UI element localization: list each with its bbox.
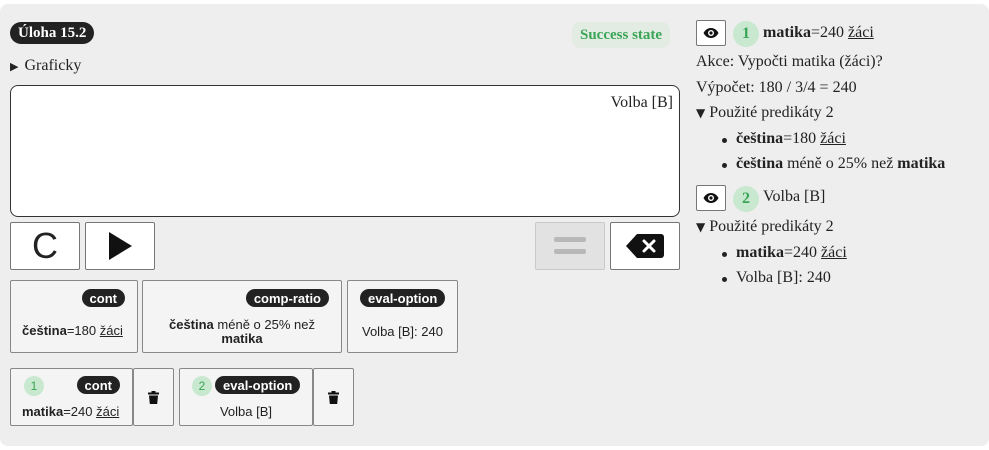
task-badge: Úloha 15.2 xyxy=(10,22,95,44)
toggle-step-2-visibility-button[interactable] xyxy=(696,185,726,211)
step-1-result: matika=240 žáci xyxy=(763,24,874,41)
step-number-badge: 1 xyxy=(733,21,759,47)
letter-c-icon: C xyxy=(32,225,58,266)
predicate-text: čeština méně o 25% než matika xyxy=(168,317,315,346)
editor-content: Volba [B] xyxy=(610,94,673,111)
graficky-toggle[interactable]: ▶ Graficky xyxy=(10,57,81,75)
predicate-card-comp-ratio[interactable]: comp-ratio čeština méně o 25% než matika xyxy=(142,280,342,353)
trash-icon xyxy=(328,390,339,404)
step-number-badge: 2 xyxy=(192,376,212,396)
backspace-button[interactable] xyxy=(610,222,680,270)
predicate-card-eval-option[interactable]: eval-option Volba [B]: 240 xyxy=(347,280,458,353)
delete-step-2-button[interactable] xyxy=(313,368,354,426)
step-1-action: Akce: Vypočti matika (žáci)? xyxy=(696,53,883,70)
collapsed-triangle-icon: ▶ xyxy=(10,59,19,73)
bullet xyxy=(722,252,727,257)
step-1-used-predicates-toggle[interactable]: ▼ Použité predikáty 2 xyxy=(696,104,834,122)
step-text: Volba [B] xyxy=(219,404,273,419)
equals-button[interactable] xyxy=(535,222,605,270)
bullet xyxy=(722,163,727,168)
bullet xyxy=(722,138,727,143)
step-text: matika=240 žáci xyxy=(22,404,120,419)
expanded-triangle-icon: ▼ xyxy=(696,220,706,234)
step-1-calculation: Výpočet: 180 / 3/4 = 240 xyxy=(696,79,857,96)
step-number-badge: 2 xyxy=(733,186,759,212)
bullet xyxy=(722,277,727,282)
predicate-card-cont[interactable]: cont čeština=180 žáci xyxy=(10,280,138,353)
graficky-label: Graficky xyxy=(24,57,82,74)
play-icon xyxy=(109,232,132,260)
success-state-badge: Success state xyxy=(572,22,671,48)
backspace-icon xyxy=(626,234,664,258)
clear-button[interactable]: C xyxy=(10,222,80,270)
predicate-tag: cont xyxy=(81,289,125,307)
used-predicate-item: matika=240 žáci xyxy=(736,244,847,261)
expanded-triangle-icon: ▼ xyxy=(696,106,706,120)
predicate-tag: comp-ratio xyxy=(245,289,329,307)
used-predicate-item: Volba [B]: 240 xyxy=(736,269,831,286)
run-button[interactable] xyxy=(85,222,155,270)
eye-icon xyxy=(703,28,719,38)
step-2-title: Volba [B] xyxy=(763,188,826,205)
step-2-used-predicates-toggle[interactable]: ▼ Použité predikáty 2 xyxy=(696,218,834,236)
step-card-2[interactable]: 2 eval-option Volba [B] xyxy=(179,368,313,426)
delete-step-1-button[interactable] xyxy=(133,368,174,426)
step-number-badge: 1 xyxy=(24,376,44,396)
step-card-1[interactable]: 1 cont matika=240 žáci xyxy=(10,368,133,426)
equals-icon xyxy=(554,237,586,254)
used-predicate-item: čeština méně o 25% než matika xyxy=(736,155,946,172)
predicate-text: Volba [B]: 240 xyxy=(362,324,443,339)
eye-icon xyxy=(703,193,719,203)
predicate-tag: eval-option xyxy=(360,289,446,307)
predicate-text: čeština=180 žáci xyxy=(22,323,123,338)
predicate-tag: cont xyxy=(76,376,120,394)
used-predicate-item: čeština=180 žáci xyxy=(736,130,846,147)
toggle-step-1-visibility-button[interactable] xyxy=(696,20,726,46)
expression-editor[interactable]: Volba [B] xyxy=(10,85,680,217)
predicate-tag: eval-option xyxy=(215,376,301,394)
trash-icon xyxy=(148,390,159,404)
